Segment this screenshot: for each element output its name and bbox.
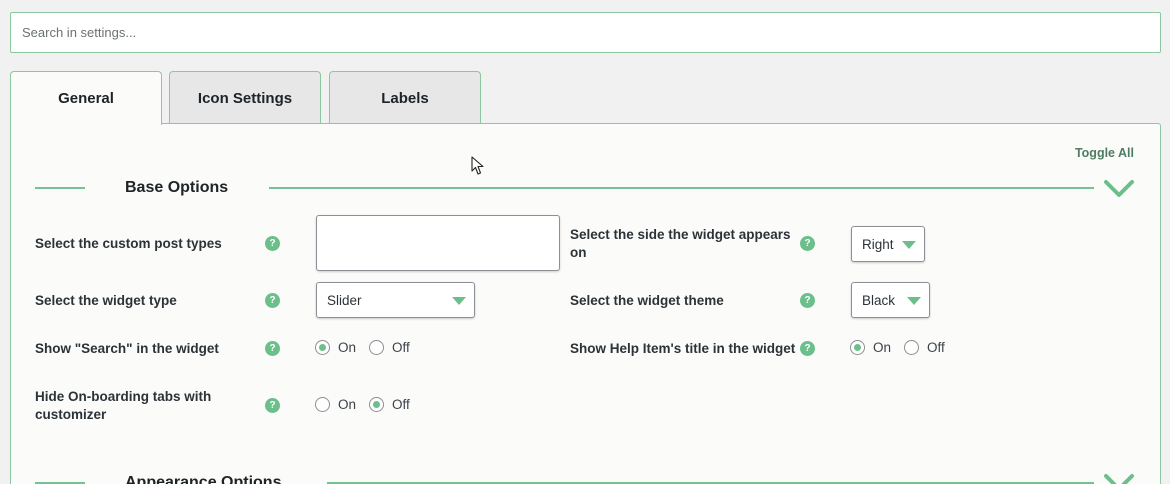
widget-side-select[interactable]: Right (851, 226, 925, 262)
widget-side-label: Select the side the widget appears on (570, 227, 791, 260)
post-types-label: Select the custom post types (35, 236, 222, 251)
radio-label-off: Off (392, 340, 410, 355)
radio-label-off: Off (927, 340, 945, 355)
tab-icon-settings[interactable]: Icon Settings (169, 71, 321, 124)
widget-type-label: Select the widget type (35, 293, 177, 308)
mouse-cursor-icon (471, 156, 484, 175)
tab-general[interactable]: General (10, 71, 162, 125)
section-title-base-options: Base Options (125, 179, 229, 196)
chevron-down-icon[interactable] (1103, 473, 1135, 484)
widget-type-value: Slider (327, 292, 362, 308)
show-help-title-radio-group: On Off (850, 340, 958, 355)
help-icon[interactable]: ? (800, 236, 815, 251)
caret-down-icon (452, 297, 466, 305)
show-help-title-on-radio[interactable] (850, 340, 865, 355)
show-help-title-off-radio[interactable] (904, 340, 920, 355)
show-search-radio-group: On Off (315, 340, 423, 355)
radio-label-on: On (338, 340, 357, 355)
radio-label-on: On (873, 340, 892, 355)
help-icon[interactable]: ? (265, 293, 280, 308)
widget-type-select[interactable]: Slider (316, 282, 475, 318)
widget-theme-select[interactable]: Black (851, 282, 930, 318)
radio-label-off: Off (392, 397, 410, 412)
show-search-on-radio[interactable] (315, 340, 330, 355)
hide-onboarding-off-radio[interactable] (369, 397, 385, 412)
section-title-appearance-options: Appearance Options (125, 474, 282, 484)
radio-label-on: On (338, 397, 357, 412)
show-search-label: Show "Search" in the widget (35, 341, 219, 356)
help-icon[interactable]: ? (800, 293, 815, 308)
search-input[interactable] (10, 12, 1161, 53)
widget-theme-value: Black (862, 292, 896, 308)
tab-labels[interactable]: Labels (329, 71, 481, 124)
section-divider (35, 187, 85, 189)
settings-panel: Toggle All Base Options Select the custo… (10, 123, 1161, 484)
help-icon[interactable]: ? (800, 341, 815, 356)
help-icon[interactable]: ? (265, 236, 280, 251)
section-divider (269, 187, 1094, 189)
toggle-all-link[interactable]: Toggle All (1075, 146, 1134, 160)
widget-side-value: Right (862, 236, 894, 252)
caret-down-icon (902, 241, 916, 249)
chevron-down-icon[interactable] (1103, 179, 1135, 199)
hide-onboarding-label: Hide On-boarding tabs with customizer (35, 389, 212, 422)
post-types-multiselect[interactable] (316, 215, 560, 271)
show-search-off-radio[interactable] (369, 340, 385, 355)
hide-onboarding-on-radio[interactable] (315, 397, 330, 412)
widget-theme-label: Select the widget theme (570, 293, 724, 308)
help-icon[interactable]: ? (265, 398, 280, 413)
show-help-title-label: Show Help Item's title in the widget (570, 341, 796, 356)
caret-down-icon (907, 297, 921, 305)
hide-onboarding-radio-group: On Off (315, 397, 423, 412)
help-icon[interactable]: ? (265, 341, 280, 356)
